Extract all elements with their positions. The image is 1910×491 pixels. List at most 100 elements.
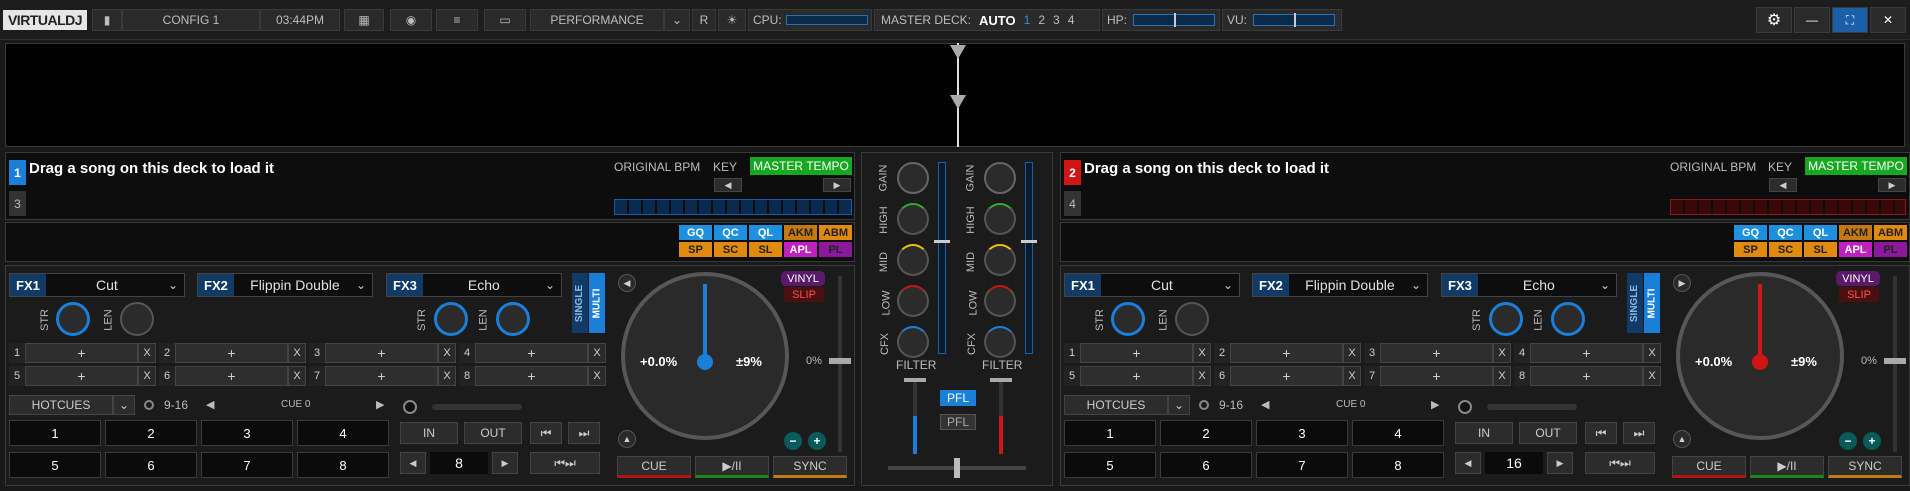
- deck-2-key-up[interactable]: ▶: [1878, 178, 1906, 192]
- tag-gq[interactable]: GQ: [679, 225, 712, 240]
- deck-2-len-knob-fx3[interactable]: [1551, 302, 1585, 336]
- sampler-clear[interactable]: X: [288, 343, 306, 363]
- sampler-slot[interactable]: 3 + X: [1364, 343, 1511, 363]
- deck-1-loop-half[interactable]: ◀: [400, 452, 426, 474]
- deck-1-str-knob[interactable]: [56, 302, 90, 336]
- mixer-volume-handle-r[interactable]: [1021, 240, 1037, 243]
- sampler-add[interactable]: +: [1530, 366, 1643, 386]
- deck-1-key-up[interactable]: ▶: [823, 178, 851, 192]
- deck-3-number[interactable]: 3: [9, 191, 26, 216]
- tag-sp[interactable]: SP: [1734, 242, 1767, 257]
- deck-2-loop-double[interactable]: ▶: [1547, 452, 1573, 474]
- master-deck-1[interactable]: 1: [1024, 13, 1031, 27]
- sampler-slot[interactable]: 6 + X: [159, 366, 306, 386]
- deck-2-fx3[interactable]: FX3 Echo ⌄: [1441, 273, 1617, 297]
- tag-abm[interactable]: ABM: [1874, 225, 1907, 240]
- tag-abm[interactable]: ABM: [819, 225, 852, 240]
- chevron-down-icon[interactable]: ⌄: [664, 9, 690, 31]
- deck-2-jog-top-btn[interactable]: ▶: [1673, 274, 1691, 292]
- tag-sc[interactable]: SC: [1769, 242, 1802, 257]
- mixer-filter-slider-l[interactable]: [913, 378, 917, 454]
- deck-2-single-toggle[interactable]: SINGLE: [1627, 273, 1643, 333]
- deck-1-loop-out[interactable]: OUT: [464, 422, 522, 444]
- sampler-clear[interactable]: X: [1343, 343, 1361, 363]
- sampler-clear[interactable]: X: [438, 366, 456, 386]
- tag-akm[interactable]: AKM: [1839, 225, 1872, 240]
- deck-1-loop-in[interactable]: IN: [400, 422, 458, 444]
- deck-1-number[interactable]: 1: [9, 160, 26, 185]
- config-button[interactable]: CONFIG 1: [122, 9, 260, 31]
- master-deck-4[interactable]: 4: [1068, 13, 1075, 27]
- deck-1-slip-button[interactable]: SLIP: [784, 287, 824, 302]
- deck-2-str-knob[interactable]: [1111, 302, 1145, 336]
- deck-2-play-button[interactable]: ▶/II: [1750, 456, 1824, 478]
- hotcue-pad[interactable]: 5: [9, 452, 101, 478]
- mixer-filter-handle-l[interactable]: [904, 378, 926, 382]
- tag-ql[interactable]: QL: [749, 225, 782, 240]
- deck-2-str-knob-fx3[interactable]: [1489, 302, 1523, 336]
- deck-2-cue-next[interactable]: ▶: [1431, 398, 1439, 411]
- sampler-clear[interactable]: X: [1343, 366, 1361, 386]
- sampler-add[interactable]: +: [325, 343, 438, 363]
- sampler-add[interactable]: +: [1230, 366, 1343, 386]
- sampler-slot[interactable]: 4 + X: [1514, 343, 1661, 363]
- sampler-add[interactable]: +: [1080, 366, 1193, 386]
- sampler-slot[interactable]: 7 + X: [309, 366, 456, 386]
- deck-1-vinyl-button[interactable]: VINYL: [781, 271, 825, 286]
- tag-ql[interactable]: QL: [1804, 225, 1837, 240]
- deck-2-fx2[interactable]: FX2 Flippin Double ⌄: [1252, 273, 1428, 297]
- monitor-icon[interactable]: ▭: [484, 9, 526, 31]
- hotcue-pad[interactable]: 7: [1256, 452, 1348, 478]
- deck-1-jog-bottom-btn[interactable]: ▲: [618, 430, 636, 448]
- deck-1-fx2[interactable]: FX2 Flippin Double ⌄: [197, 273, 373, 297]
- broadcast-icon[interactable]: ◉: [390, 9, 432, 31]
- deck-2-fx1[interactable]: FX1 Cut ⌄: [1064, 273, 1240, 297]
- database-icon[interactable]: ≡: [436, 9, 478, 31]
- chevron-down-icon[interactable]: ⌄: [113, 395, 135, 415]
- hotcue-pad[interactable]: 6: [1160, 452, 1252, 478]
- sampler-add[interactable]: +: [1230, 343, 1343, 363]
- hotcue-pad[interactable]: 2: [1160, 420, 1252, 446]
- hotcue-pad[interactable]: 8: [297, 452, 389, 478]
- tag-qc[interactable]: QC: [1769, 225, 1802, 240]
- deck-2-loop-slider[interactable]: [1487, 404, 1577, 410]
- hotcue-pad[interactable]: 2: [105, 420, 197, 446]
- mixer-mid-knob-l[interactable]: [897, 244, 929, 276]
- deck-2-key-down[interactable]: ◀: [1769, 178, 1797, 192]
- deck-1-len-knob-fx3[interactable]: [496, 302, 530, 336]
- deck-2-loop-fwd[interactable]: ⏭: [1623, 422, 1655, 444]
- deck-2-minus-icon[interactable]: −: [1839, 432, 1857, 450]
- mixer-low-knob-r[interactable]: [984, 285, 1016, 317]
- deck-2-plus-icon[interactable]: +: [1863, 432, 1881, 450]
- sampler-slot[interactable]: 4 + X: [459, 343, 606, 363]
- sampler-slot[interactable]: 2 + X: [1214, 343, 1361, 363]
- mixer-filter-slider-r[interactable]: [999, 378, 1003, 454]
- calendar-icon[interactable]: ▦: [344, 9, 384, 31]
- sampler-slot[interactable]: 2 + X: [159, 343, 306, 363]
- deck-2-sync-button[interactable]: SYNC: [1828, 456, 1902, 478]
- sampler-add[interactable]: +: [475, 343, 588, 363]
- tag-apl[interactable]: APL: [784, 242, 817, 257]
- sampler-add[interactable]: +: [175, 366, 288, 386]
- sampler-slot[interactable]: 8 + X: [1514, 366, 1661, 386]
- tag-gq[interactable]: GQ: [1734, 225, 1767, 240]
- sampler-clear[interactable]: X: [138, 366, 156, 386]
- tag-apl[interactable]: APL: [1839, 242, 1872, 257]
- sampler-slot[interactable]: 8 + X: [459, 366, 606, 386]
- tag-sc[interactable]: SC: [714, 242, 747, 257]
- mixer-low-knob-l[interactable]: [897, 285, 929, 317]
- deck-2-loop-in[interactable]: IN: [1455, 422, 1513, 444]
- sampler-slot[interactable]: 5 + X: [9, 366, 156, 386]
- sampler-clear[interactable]: X: [1643, 366, 1661, 386]
- deck-1-fx1[interactable]: FX1 Cut ⌄: [9, 273, 185, 297]
- tag-sl[interactable]: SL: [1804, 242, 1837, 257]
- mixer-high-knob-l[interactable]: [897, 203, 929, 235]
- deck-1-minus-icon[interactable]: −: [784, 432, 802, 450]
- sampler-add[interactable]: +: [1380, 343, 1493, 363]
- deck-1-loop-fwd[interactable]: ⏭: [568, 422, 600, 444]
- deck-1-single-toggle[interactable]: SINGLE: [572, 273, 588, 333]
- deck-1-fx3[interactable]: FX3 Echo ⌄: [386, 273, 562, 297]
- sampler-slot[interactable]: 3 + X: [309, 343, 456, 363]
- deck-1-pitch-slider[interactable]: [838, 276, 842, 452]
- deck-1-key-down[interactable]: ◀: [714, 178, 742, 192]
